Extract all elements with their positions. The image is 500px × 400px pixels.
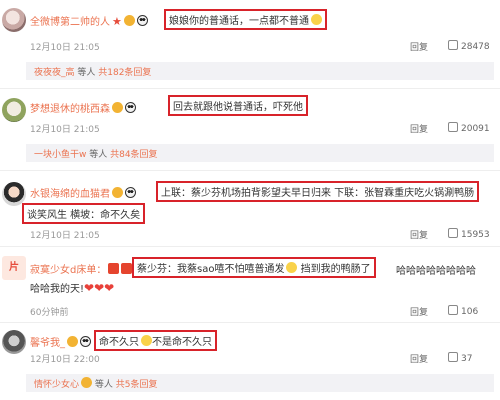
timestamp: 12月10日 21:05 <box>30 43 100 53</box>
username[interactable]: 全微博第二帅的人 ★ <box>30 13 148 28</box>
comment-text-boxed: 蔡少芬：我蔡sao嘻不怕嘻普通发 挡到我的鸭肠了 <box>132 257 376 278</box>
like-button[interactable]: 20091 <box>448 122 490 134</box>
panda-badge-icon <box>80 336 91 347</box>
reply-button[interactable]: 回复 <box>410 122 428 135</box>
comment-text: 命不久只 不是命不久只 <box>94 330 217 351</box>
comment-text: 回去就跟他说普通话，吓死他 <box>168 95 308 116</box>
username[interactable]: 寂寞少女d床单： <box>30 261 133 276</box>
vip-badge-icon <box>112 102 123 113</box>
like-count: 28478 <box>461 42 490 52</box>
reply-button[interactable]: 回复 <box>410 352 428 365</box>
thumbs-up-icon <box>448 40 458 50</box>
member-badge-icon <box>108 263 120 274</box>
thumbs-up-icon <box>448 228 458 238</box>
timestamp: 12月10日 21:05 <box>30 125 100 135</box>
like-button[interactable]: 37 <box>448 352 472 364</box>
star-icon: ★ <box>112 15 122 28</box>
divider <box>0 246 500 247</box>
emoji-icon <box>311 14 322 25</box>
emoji-icon <box>286 262 298 273</box>
username[interactable]: 梦想退休的桃西森 <box>30 100 136 115</box>
vip-badge-icon <box>112 187 123 198</box>
comment-text-line-2: 哈哈我的天!❤❤❤ <box>30 281 115 295</box>
reply-button[interactable]: 回复 <box>410 40 428 53</box>
divider <box>0 88 500 89</box>
divider <box>0 322 500 323</box>
reply-button[interactable]: 回复 <box>410 305 428 318</box>
vip-badge-icon <box>67 336 78 347</box>
vip-badge-icon <box>123 15 135 26</box>
panda-badge-icon <box>136 15 148 26</box>
like-button[interactable]: 15953 <box>448 228 490 240</box>
thumbs-up-icon <box>448 305 458 315</box>
vip-badge-icon <box>81 377 93 388</box>
avatar[interactable] <box>2 8 26 32</box>
comment-text-line-2: 谈笑风生 横坡：命不久矣 <box>22 203 146 224</box>
thumbs-up-icon <box>448 352 458 362</box>
like-count: 106 <box>461 307 479 317</box>
divider <box>0 170 500 171</box>
reply-button[interactable]: 回复 <box>410 228 428 241</box>
username[interactable]: 馨爷我_ <box>30 334 91 349</box>
avatar[interactable] <box>2 98 26 122</box>
panda-badge-icon <box>125 187 136 198</box>
like-count: 15953 <box>461 230 490 240</box>
like-count: 37 <box>461 354 473 364</box>
member-badge-icon <box>121 263 133 274</box>
timestamp: 60分钟前 <box>30 308 69 318</box>
timestamp: 12月10日 22:00 <box>30 355 100 365</box>
like-button[interactable]: 106 <box>448 305 478 317</box>
thumbs-up-icon <box>448 122 458 132</box>
avatar[interactable] <box>2 330 26 354</box>
heart-icon: ❤❤❤ <box>84 281 115 295</box>
sub-reply-summary[interactable]: 夜夜夜_高 等人 共182条回复 <box>26 62 494 80</box>
sub-reply-summary[interactable]: 一块小鱼干w 等人 共84条回复 <box>26 144 494 162</box>
timestamp: 12月10日 21:05 <box>30 231 100 241</box>
sub-reply-summary[interactable]: 情怀少女心 等人 共5条回复 <box>26 374 494 392</box>
emoji-icon <box>141 335 152 346</box>
like-button[interactable]: 28478 <box>448 40 490 52</box>
username[interactable]: 水银海绵的血猫君 <box>30 185 136 200</box>
like-count: 20091 <box>461 124 490 134</box>
comment-text: 娘娘你的普通话，一点都不普通 <box>164 9 327 30</box>
comment-text-tail: 哈哈哈哈哈哈哈哈 <box>396 266 476 277</box>
comment-text-line-1: 上联：蔡少芬机场拍背影望夫早日归来 下联：张智霖重庆吃火锅涮鸭肠 <box>156 181 480 202</box>
panda-badge-icon <box>125 102 136 113</box>
avatar[interactable]: 片 <box>2 256 26 280</box>
